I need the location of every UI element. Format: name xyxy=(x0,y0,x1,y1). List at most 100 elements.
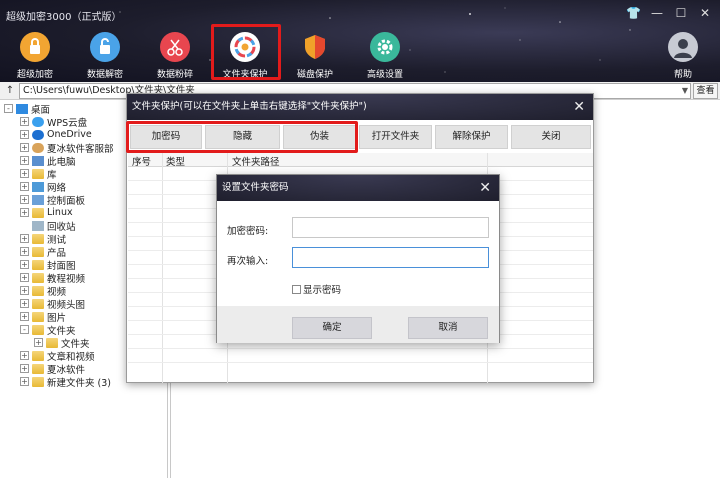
expand-icon[interactable]: + xyxy=(20,195,29,204)
cancel-button[interactable]: 取消 xyxy=(408,317,488,339)
dialog-titlebar: 文件夹保护(可以在文件夹上单击右键选择"文件夹保护") ✕ xyxy=(127,94,593,120)
scissors-icon xyxy=(160,32,190,62)
expand-icon[interactable]: + xyxy=(20,377,29,386)
checkbox-icon[interactable] xyxy=(292,284,301,294)
tree-item[interactable]: 回收站 xyxy=(32,219,76,233)
expand-icon[interactable]: + xyxy=(20,286,29,295)
expand-icon[interactable]: + xyxy=(20,247,29,256)
tree-item-label: 视频头图 xyxy=(47,299,86,311)
column-header-type: 类型 xyxy=(166,157,186,168)
tree-item[interactable]: + 新建文件夹 (3) xyxy=(20,375,111,389)
expand-icon[interactable]: + xyxy=(20,156,29,165)
password-label: 加密密码: xyxy=(227,226,269,237)
folder-protect-icon xyxy=(230,32,260,62)
folder-icon xyxy=(32,350,44,361)
tree-item-label: WPS云盘 xyxy=(47,117,88,129)
collapse-icon[interactable]: - xyxy=(4,104,13,113)
tree-item-label: OneDrive xyxy=(47,129,92,140)
show-password-checkbox[interactable]: 显示密码 xyxy=(292,282,341,296)
expand-icon[interactable]: + xyxy=(20,143,29,152)
column-header-path: 文件夹路径 xyxy=(232,157,280,168)
tree-item[interactable]: + 测试 xyxy=(20,232,66,246)
expand-icon[interactable]: + xyxy=(20,234,29,243)
close-icon[interactable]: ✕ xyxy=(479,175,491,201)
expand-icon[interactable]: + xyxy=(20,351,29,360)
control-panel-icon xyxy=(32,194,44,205)
confirm-password-field[interactable] xyxy=(292,247,489,268)
expand-icon[interactable]: + xyxy=(20,312,29,321)
tree-item[interactable]: + 图片 xyxy=(20,310,66,324)
tree-item[interactable]: + 产品 xyxy=(20,245,66,259)
ok-button[interactable]: 确定 xyxy=(292,317,372,339)
folder-icon xyxy=(46,337,58,348)
toolbar-decrypt[interactable]: 数据解密 xyxy=(75,32,135,80)
folder-icon xyxy=(32,259,44,270)
expand-icon[interactable]: + xyxy=(20,260,29,269)
folder-icon xyxy=(32,285,44,296)
tree-item-selected[interactable]: + 文件夹 xyxy=(34,336,90,350)
toolbar-label: 数据粉碎 xyxy=(156,70,193,80)
expand-icon[interactable]: + xyxy=(20,273,29,282)
tree-item-desktop[interactable]: - 桌面 xyxy=(4,102,50,116)
maximize-icon[interactable]: ☐ xyxy=(674,6,688,20)
hide-button[interactable]: 隐藏 xyxy=(205,125,280,149)
close-icon[interactable]: ✕ xyxy=(573,94,585,120)
tree-item[interactable]: + 夏冰软件客服部 xyxy=(20,141,114,155)
view-button[interactable]: 查看 xyxy=(693,83,718,99)
toolbar-disk-protect[interactable]: 磁盘保护 xyxy=(285,32,345,80)
expand-icon[interactable]: + xyxy=(20,130,29,139)
set-password-dialog: 设置文件夹密码 ✕ 加密密码: 再次输入: 显示密码 确定 取消 xyxy=(216,174,500,343)
tree-item[interactable]: + OneDrive xyxy=(20,128,92,141)
tree-item[interactable]: - 文件夹 xyxy=(20,323,76,337)
tree-item[interactable]: + 文章和视频 xyxy=(20,349,95,363)
grid-row-line xyxy=(128,348,593,349)
cloud-icon xyxy=(32,116,44,127)
toolbar-advanced-settings[interactable]: 高级设置 xyxy=(355,32,415,80)
tree-item[interactable]: + Linux xyxy=(20,206,73,219)
shirt-icon[interactable]: 👕 xyxy=(626,6,641,20)
password-field[interactable] xyxy=(292,217,489,238)
toolbar-folder-protect[interactable]: 文件夹保护 xyxy=(215,32,275,80)
unlock-icon xyxy=(90,32,120,62)
folder-icon xyxy=(32,233,44,244)
expand-icon[interactable]: + xyxy=(20,182,29,191)
folder-grid-header: 序号 类型 文件夹路径 xyxy=(128,153,593,168)
expand-icon[interactable]: + xyxy=(20,117,29,126)
tree-item[interactable]: + 视频 xyxy=(20,284,66,298)
toolbar-super-encrypt[interactable]: 超级加密 xyxy=(5,32,65,80)
expand-icon[interactable]: + xyxy=(20,169,29,178)
grid-row-line xyxy=(128,362,593,363)
expand-icon[interactable]: + xyxy=(20,299,29,308)
tree-item[interactable]: + 视频头图 xyxy=(20,297,86,311)
set-password-button[interactable]: 加密码 xyxy=(130,125,202,149)
window-controls: 👕 — ☐ ✕ xyxy=(626,6,712,20)
tree-item[interactable]: + 封面图 xyxy=(20,258,76,272)
tree-item[interactable]: + 夏冰软件 xyxy=(20,362,86,376)
folder-icon xyxy=(32,207,44,218)
tree-item[interactable]: + 教程视频 xyxy=(20,271,85,285)
close-icon[interactable]: ✕ xyxy=(698,6,712,20)
disguise-button[interactable]: 伪装 xyxy=(283,125,356,149)
open-folder-button[interactable]: 打开文件夹 xyxy=(359,125,432,149)
tree-item-label: 夏冰软件 xyxy=(47,364,86,376)
toolbar-shred[interactable]: 数据粉碎 xyxy=(145,32,205,80)
expand-icon[interactable]: + xyxy=(20,364,29,373)
chevron-down-icon[interactable]: ▼ xyxy=(682,84,688,98)
remove-protection-button[interactable]: 解除保护 xyxy=(435,125,508,149)
tree-item[interactable]: + 网络 xyxy=(20,180,66,194)
tree-item-label: 文章和视频 xyxy=(47,351,95,363)
expand-icon[interactable]: + xyxy=(34,338,43,347)
up-button[interactable]: ↑ xyxy=(3,84,17,98)
tree-item[interactable]: + 此电脑 xyxy=(20,154,76,168)
expand-icon[interactable]: + xyxy=(20,208,29,217)
collapse-icon[interactable]: - xyxy=(20,325,29,334)
tree-item[interactable]: + 控制面板 xyxy=(20,193,85,207)
minimize-icon[interactable]: — xyxy=(650,6,664,20)
tree-item[interactable]: + 库 xyxy=(20,167,57,181)
close-button[interactable]: 关闭 xyxy=(511,125,591,149)
toolbar-help[interactable]: 帮助 xyxy=(653,32,713,80)
tree-item-label: 库 xyxy=(47,169,57,181)
tree-item[interactable]: + WPS云盘 xyxy=(20,115,88,129)
toolbar-label: 帮助 xyxy=(673,70,692,80)
tree-item-label: 回收站 xyxy=(47,221,76,233)
